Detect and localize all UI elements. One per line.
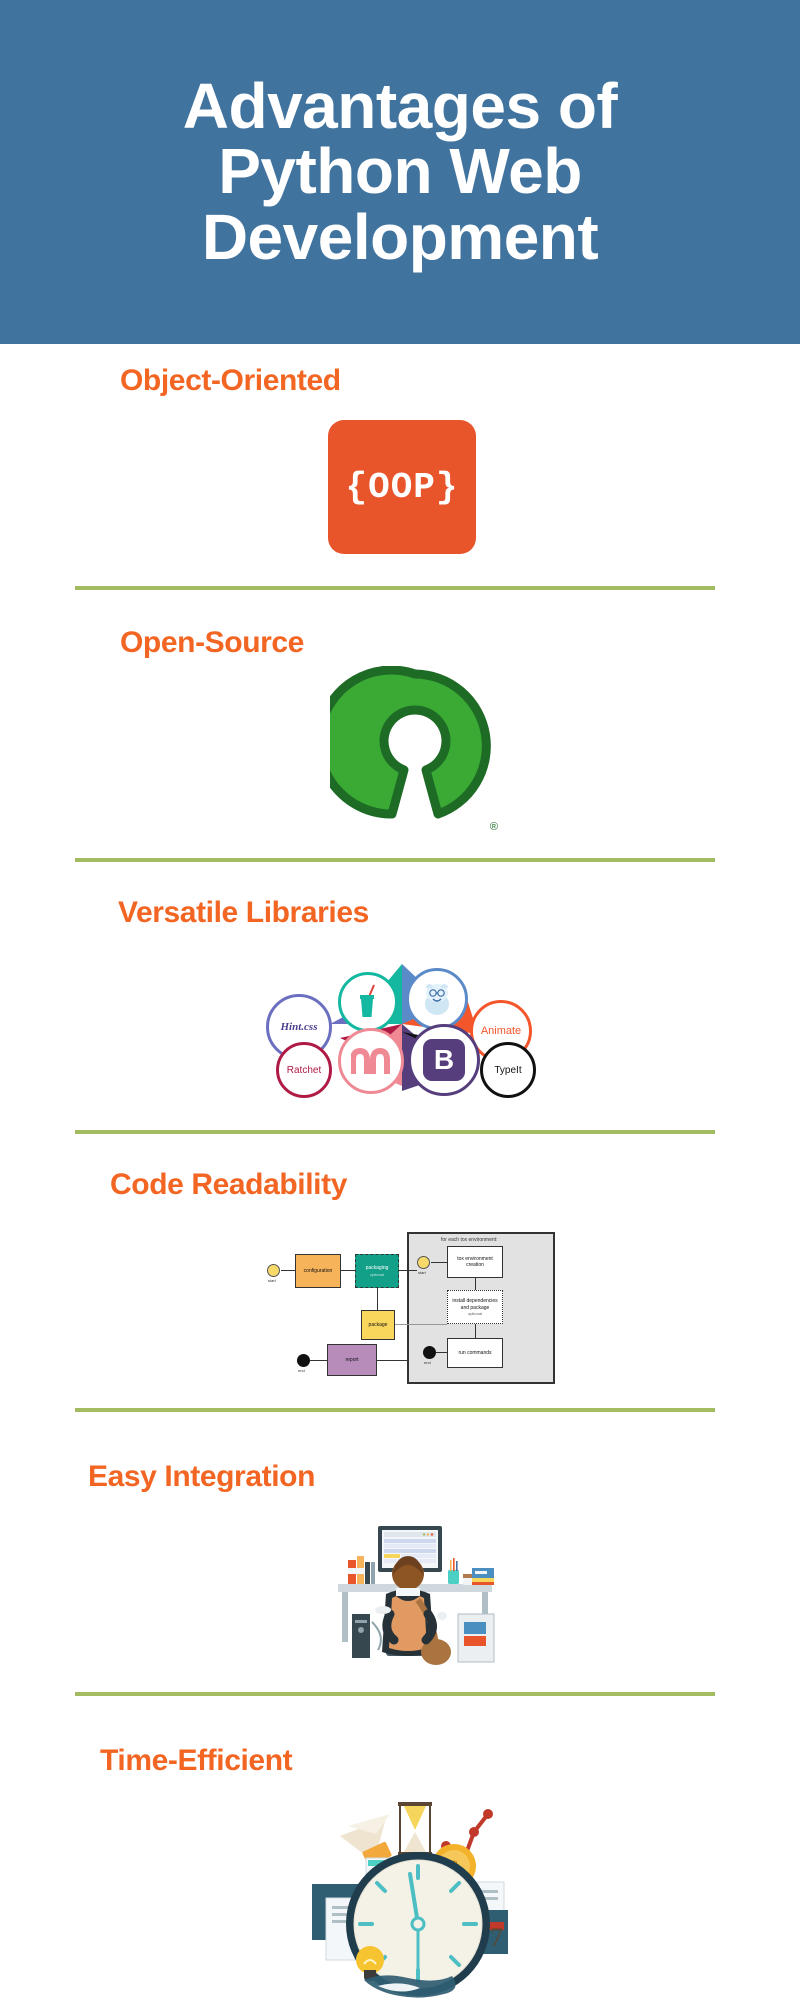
flow-end-node-2 <box>297 1354 310 1367</box>
tox-flow-diagram-art: for each tox environment: start configur… <box>265 1232 555 1384</box>
developer-at-desk-art <box>320 1522 510 1672</box>
clock-productivity-illustration: $ <box>278 1774 538 2000</box>
section-title-object-oriented: Object-Oriented <box>120 364 341 397</box>
flow-node-report-label: report <box>345 1356 359 1363</box>
library-label-ratchet: Ratchet <box>286 1064 322 1076</box>
section-divider-2 <box>75 858 715 862</box>
flow-node-report: report <box>327 1344 377 1376</box>
flow-start-label-1: start <box>268 1278 276 1283</box>
flow-arrow-dependency-link <box>395 1324 447 1325</box>
open-source-logo-art: ® <box>314 665 500 851</box>
section-title-easy-integration: Easy Integration <box>88 1460 315 1493</box>
library-logo-smoothie[interactable] <box>338 972 398 1032</box>
library-label-typeit: TypeIt <box>494 1064 522 1076</box>
oop-badge-art: {OOP} <box>328 420 476 554</box>
developer-at-desk-illustration <box>320 1522 510 1672</box>
section-code-readability: Code Readability for each tox environmen… <box>0 1144 800 1434</box>
section-divider-3 <box>75 1130 715 1134</box>
page-title: Advantages of Python Web Development <box>182 70 618 273</box>
section-versatile-libraries: Versatile Libraries Hint.css Animate Rat… <box>0 874 800 1144</box>
library-logo-yeti[interactable] <box>406 968 468 1030</box>
section-title-open-source: Open-Source <box>120 626 304 659</box>
osi-keyhole-icon: ® <box>314 665 500 851</box>
flow-arrow-5 <box>431 1262 447 1263</box>
library-logo-ratchet[interactable]: Ratchet <box>276 1042 332 1098</box>
flow-node-packaging: packaging optional <box>355 1254 399 1288</box>
clock-productivity-art: $ <box>278 1774 538 2000</box>
flow-node-install-deps-label: install dependencies and package <box>452 1298 498 1311</box>
library-logo-bootstrap[interactable]: B <box>408 1024 480 1096</box>
smoothie-cup-icon <box>360 984 375 1017</box>
flow-group-label: for each tox environment: <box>441 1237 498 1243</box>
flow-end-label-2: end <box>298 1368 305 1373</box>
oop-badge-label: {OOP} <box>345 466 459 508</box>
section-divider-1 <box>75 586 715 590</box>
flow-end-node-1 <box>423 1346 436 1359</box>
flow-arrow-3 <box>399 1270 417 1271</box>
section-open-source: Open-Source ® <box>0 604 800 874</box>
flow-node-configuration-label: configuration <box>303 1267 333 1274</box>
yeti-mascot-icon <box>425 984 449 1015</box>
section-title-code-readability: Code Readability <box>110 1168 347 1201</box>
flow-arrow-2 <box>341 1270 355 1271</box>
tox-flow-diagram: for each tox environment: start configur… <box>265 1232 555 1384</box>
flow-node-packaging-sublabel: optional <box>369 1271 384 1277</box>
flow-arrow-9 <box>377 1360 407 1361</box>
flow-node-install-dependencies: install dependencies and package optiona… <box>447 1290 503 1324</box>
flow-node-package-label: package <box>368 1321 388 1328</box>
flow-start-node-2 <box>417 1256 430 1269</box>
section-time-efficient: Time-Efficient 7 <box>0 1716 800 2000</box>
flow-arrow-7 <box>475 1324 476 1338</box>
flow-start-label-2: start <box>418 1270 426 1275</box>
desk-scene-svg <box>338 1526 495 1665</box>
library-logo-typeit[interactable]: TypeIt <box>480 1042 536 1098</box>
section-title-versatile-libraries: Versatile Libraries <box>118 896 369 929</box>
section-easy-integration: Easy Integration <box>0 1434 800 1716</box>
flow-arrow-6 <box>475 1278 476 1290</box>
oop-badge: {OOP} <box>328 420 476 554</box>
flow-end-label-1: end <box>424 1360 431 1365</box>
flow-arrow-4 <box>377 1288 378 1310</box>
flow-node-configuration: configuration <box>295 1254 341 1288</box>
header-banner: Advantages of Python Web Development <box>0 0 800 344</box>
library-logo-materialize[interactable] <box>338 1028 404 1094</box>
flow-node-tox-env-label: tox environment creation <box>457 1255 493 1268</box>
library-label-bootstrap: B <box>433 1044 455 1075</box>
flow-arrow-10 <box>310 1360 327 1361</box>
materialize-m-icon <box>351 1048 390 1074</box>
library-logos-collage-art: Hint.css Animate Ratchet B TypeIt <box>252 946 552 1106</box>
registered-trademark-icon: ® <box>489 821 498 833</box>
osi-keyhole-svg <box>314 665 491 819</box>
section-title-time-efficient: Time-Efficient <box>100 1744 293 1777</box>
section-object-oriented: Object-Oriented {OOP} <box>0 344 800 604</box>
flow-node-run-commands: run commands <box>447 1338 503 1368</box>
infographic-page: Advantages of Python Web Development Obj… <box>0 0 800 2000</box>
library-collage: Hint.css Animate Ratchet B TypeIt <box>252 946 552 1106</box>
flow-arrow-8 <box>436 1352 447 1353</box>
flow-arrow-1 <box>281 1270 295 1271</box>
clock-scene-svg: $ <box>312 1802 508 1998</box>
flow-node-tox-environment-creation: tox environment creation <box>447 1246 503 1278</box>
flow-node-run-commands-label: run commands <box>458 1349 492 1356</box>
library-label-hint-css: Hint.css <box>280 1021 318 1033</box>
flow-node-package: package <box>361 1310 395 1340</box>
flow-start-node-1 <box>267 1264 280 1277</box>
flow-node-install-deps-sublabel: optional <box>467 1310 482 1316</box>
bootstrap-b-icon: B <box>423 1039 465 1081</box>
section-divider-5 <box>75 1692 715 1696</box>
svg-text:7: 7 <box>490 1923 503 1952</box>
library-label-animate: Animate <box>480 1025 522 1037</box>
section-divider-4 <box>75 1408 715 1412</box>
